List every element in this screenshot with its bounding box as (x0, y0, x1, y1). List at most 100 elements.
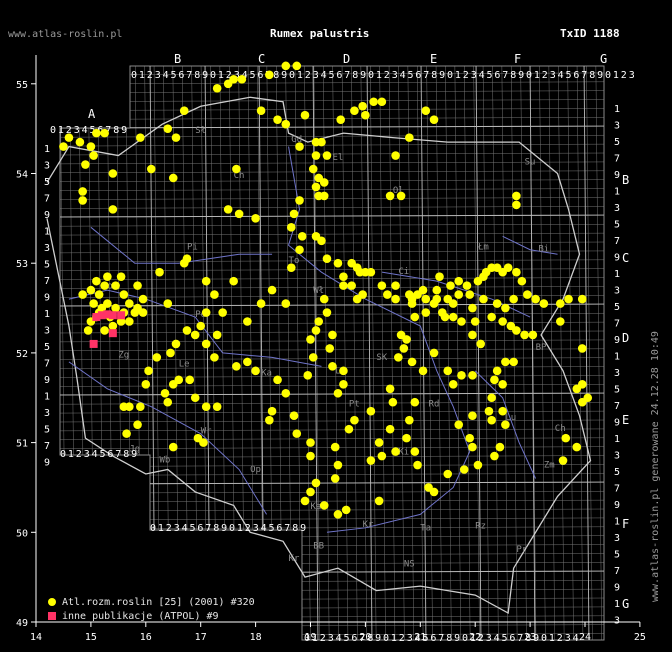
occurrence-point (374, 438, 384, 447)
occurrence-point (300, 110, 310, 120)
occurrence-point (59, 142, 68, 151)
occurrence-point (410, 397, 420, 407)
occurrence-point (487, 415, 496, 425)
occurrence-point (289, 411, 299, 420)
right-digit: 9 (614, 500, 620, 511)
occurrence-point (487, 312, 496, 322)
occurrence-point (210, 353, 219, 362)
right-digit: 5 (614, 302, 620, 313)
top-digit: 3 (155, 70, 161, 81)
occurrence-point (369, 97, 378, 107)
right-digit: 3 (614, 203, 620, 214)
left-digit: 5 (44, 425, 50, 436)
left-digit: 9 (44, 375, 50, 386)
top-digit: 1 (297, 70, 303, 81)
city-label: Zm (544, 461, 555, 471)
occurrence-point (92, 276, 101, 286)
occurrence-point (190, 330, 200, 340)
occurrence-point (182, 326, 192, 335)
bottom-digit: 2 (320, 633, 326, 644)
lower-left-digit: 2 (245, 523, 251, 534)
x-tick-label: 17 (195, 632, 207, 643)
publication-point (117, 311, 126, 320)
top-digit: 2 (463, 70, 469, 81)
occurrence-point (561, 433, 571, 443)
occurrence-point (251, 366, 260, 376)
occurrence-point (168, 173, 178, 183)
occurrence-point (501, 357, 510, 367)
y-tick-label: 55 (16, 80, 28, 91)
occurrence-point (182, 254, 192, 264)
occurrence-point (322, 254, 332, 264)
lower-left-digit: 8 (213, 523, 219, 534)
occurrence-point (333, 258, 343, 268)
occurrence-point (465, 433, 475, 443)
occurrence-point (314, 317, 324, 326)
occurrence-point (325, 344, 335, 353)
publication-point (108, 311, 117, 320)
occurrence-point (391, 294, 400, 304)
occurrence-point (333, 460, 343, 470)
bottom-digit: 0 (541, 633, 547, 644)
occurrence-point (523, 290, 532, 299)
top-digit: 7 (581, 70, 587, 81)
occurrence-point (81, 160, 90, 169)
occurrence-point (311, 326, 321, 335)
occurrence-point (476, 339, 485, 349)
left-bottom-digit: 4 (92, 449, 98, 460)
bottom-digit: 3 (407, 633, 413, 644)
city-label: Ci (398, 267, 409, 277)
occurrence-point (577, 294, 587, 304)
left-digit: 7 (44, 276, 50, 287)
occurrence-point (174, 375, 184, 385)
occurrence-point (402, 433, 411, 443)
right-digit: 7 (614, 236, 620, 247)
bottom-digit: 5 (502, 633, 508, 644)
left-digit: 1 (44, 144, 50, 155)
top-digit: 5 (250, 70, 256, 81)
occurrence-point (503, 263, 513, 272)
occurrence-point (385, 424, 395, 434)
top-digit: 1 (218, 70, 224, 81)
occurrence-point (168, 442, 178, 452)
city-label: Wb (160, 455, 171, 465)
occurrence-point (479, 294, 488, 304)
city-label: Pr (516, 545, 527, 555)
occurrence-point (303, 371, 313, 380)
top-digit: 5 (566, 70, 572, 81)
occurrence-point (267, 406, 277, 416)
occurrence-point (146, 164, 156, 174)
lower-left-digit: 3 (253, 523, 259, 534)
grid-letter-top: B (174, 52, 181, 66)
top-digit: 4 (558, 70, 564, 81)
top-digit: 0 (447, 70, 453, 81)
occurrence-point (385, 384, 395, 394)
left-bottom-digit: 2 (76, 449, 82, 460)
right-digit: 1 (614, 434, 620, 445)
left-digit: 1 (44, 392, 50, 403)
occurrence-point (210, 290, 219, 299)
occurrence-point (391, 281, 400, 290)
y-tick-label: 49 (16, 618, 28, 629)
lower-left-digit: 8 (292, 523, 298, 534)
lower-left-digit: 4 (182, 523, 188, 534)
top-digit: 6 (178, 70, 184, 81)
occurrence-point (185, 375, 195, 385)
occurrence-point (468, 303, 477, 313)
occurrence-point (462, 281, 472, 290)
top-digit: 4 (479, 70, 485, 81)
left-digit: 3 (44, 326, 50, 337)
y-tick-label: 50 (16, 528, 28, 539)
city-label: Ka (261, 368, 272, 378)
occurrence-point (558, 456, 568, 465)
occurrence-point (333, 510, 343, 519)
bottom-digit: 8 (446, 633, 452, 644)
occurrence-point (512, 326, 521, 335)
occurrence-point (484, 406, 494, 416)
occurrence-point (130, 308, 140, 317)
occurrence-point (125, 299, 134, 308)
top-digit: 1 (613, 70, 619, 81)
occurrence-point (358, 101, 367, 111)
occurrence-point (133, 281, 142, 290)
city-label: Zg (118, 350, 129, 360)
